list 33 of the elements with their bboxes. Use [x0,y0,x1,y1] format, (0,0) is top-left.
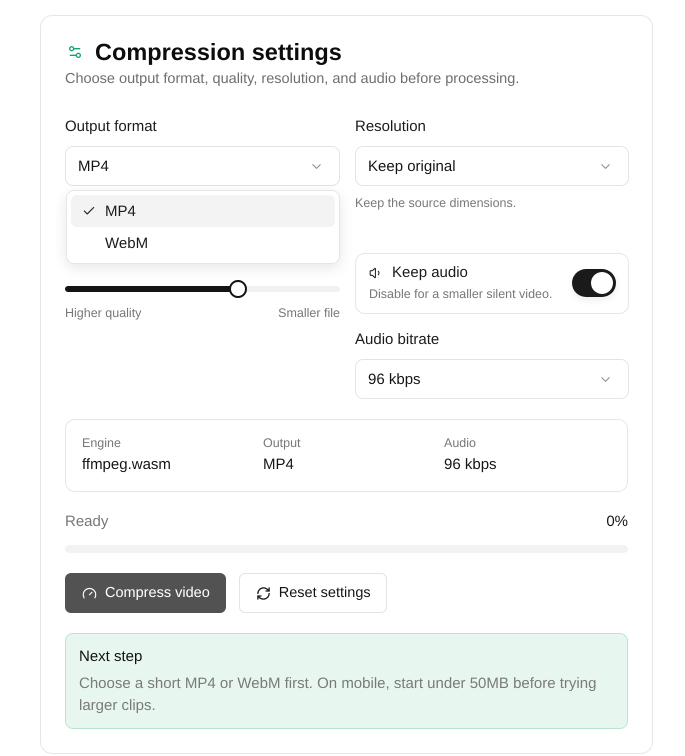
reset-button[interactable]: Reset settings [238,573,387,613]
sliders-icon [67,44,83,60]
card-title: Compression settings [95,38,342,67]
note-body: Choose a short MP4 or WebM first. On mobile, start under 50MB before trying larger clips. [79,674,598,716]
audio-description: Disable for a smaller silent video. [369,286,552,303]
slider-thumb[interactable] [229,280,248,298]
audio-toggle[interactable] [572,269,616,297]
gauge-icon [82,586,97,600]
audio-title: Keep audio [392,263,468,283]
bitrate-select[interactable]: 96 kbps [355,359,629,399]
slider-min-label: Higher quality [65,305,142,321]
status-text: Ready [65,512,108,532]
format-select[interactable]: MP4 [65,146,340,186]
refresh-icon [256,586,271,600]
summary-value: ffmpeg.wasm [82,455,172,475]
resolution-select[interactable]: Keep original [355,146,629,186]
summary-label: Engine [82,435,122,451]
slider-max-label: Smaller file [278,305,340,321]
field-label: Resolution [355,117,427,137]
card-subtitle: Choose output format, quality, resolution, and audio before processing. [65,70,520,89]
slider-track[interactable] [65,286,340,292]
compress-button[interactable]: Compress video [65,573,226,613]
summary-label: Audio [444,435,477,451]
summary-value: MP4 [263,455,295,475]
field-hint: Keep the source dimensions. [355,195,518,211]
field-label: Output format [65,117,158,137]
menu-item[interactable]: WebM [71,227,335,259]
summary-label: Output [263,435,302,451]
menu-item[interactable]: MP4 [71,195,335,227]
note-title: Next step [79,647,144,667]
field-label: Audio bitrate [355,330,440,350]
progress-reading: 0% [606,512,628,532]
summary-value: 96 kbps [444,455,498,475]
